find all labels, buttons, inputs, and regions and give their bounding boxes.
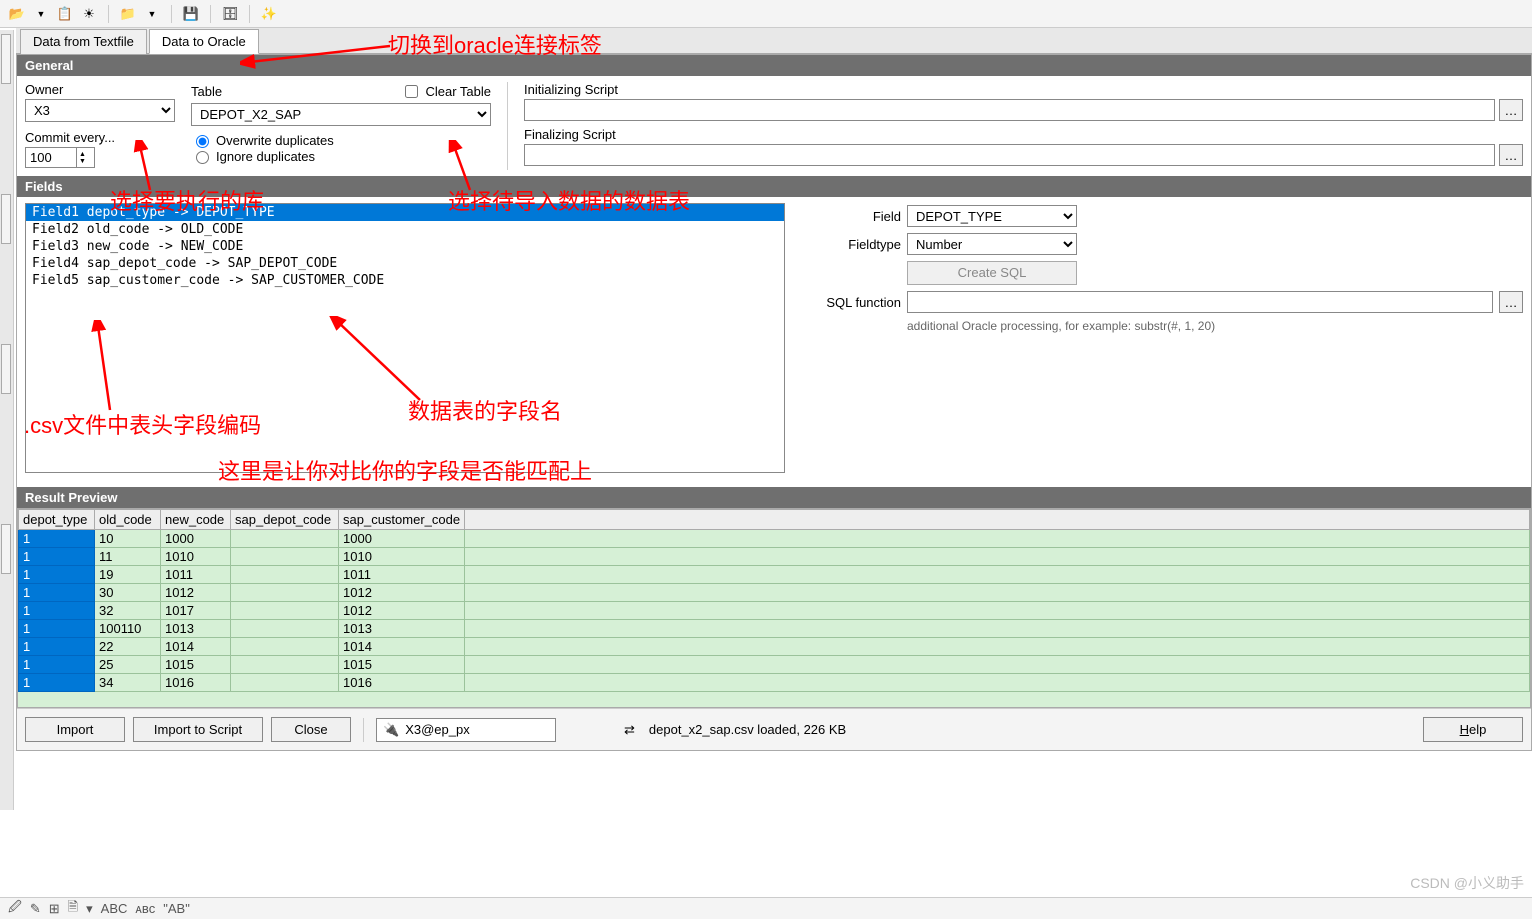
column-header[interactable]: sap_depot_code [231, 510, 339, 530]
wand-icon[interactable]: ✨ [260, 5, 278, 23]
field-list-row[interactable]: Field4 sap_depot_code -> SAP_DEPOT_CODE [26, 255, 784, 272]
footer-tool-icon[interactable]: "AB" [163, 901, 190, 916]
init-script-label: Initializing Script [524, 82, 1523, 97]
db-plug-icon: 🔌 [383, 722, 399, 738]
result-preview-panel: Result Preview depot_typeold_codenew_cod… [17, 487, 1531, 708]
import-button[interactable]: Import [25, 717, 125, 742]
final-script-input[interactable] [524, 144, 1495, 166]
final-script-label: Finalizing Script [524, 127, 1523, 142]
field-list-row[interactable]: Field2 old_code -> OLD_CODE [26, 221, 784, 238]
init-script-input[interactable] [524, 99, 1495, 121]
field-select[interactable]: DEPOT_TYPE [907, 205, 1077, 227]
help-button[interactable]: Help [1423, 717, 1523, 742]
connection-value: X3@ep_px [405, 722, 470, 737]
spinner-up-icon[interactable]: ▲ [77, 151, 88, 158]
column-header[interactable]: sap_customer_code [339, 510, 465, 530]
column-header[interactable]: old_code [95, 510, 161, 530]
table-row[interactable]: 12210141014 [19, 638, 1530, 656]
ignore-label: Ignore duplicates [216, 149, 315, 164]
preview-grid-scroll[interactable]: depot_typeold_codenew_codesap_depot_code… [17, 508, 1531, 708]
overwrite-label: Overwrite duplicates [216, 133, 334, 148]
footer-tool-icon[interactable]: 🗎 [68, 898, 78, 919]
footer-tool-icon[interactable]: 🖉 [8, 898, 22, 919]
ignore-duplicates-radio[interactable] [196, 151, 209, 164]
top-toolbar: 📂 ▼ 📋 ☀ 📁 ▼ 💾 🗄 ✨ [0, 0, 1532, 28]
table-label: Table [191, 84, 395, 99]
sql-function-browse-button[interactable]: … [1499, 291, 1523, 313]
table-row[interactable]: 13410161016 [19, 674, 1530, 692]
db-small-icon: ⇄ [624, 722, 635, 738]
fields-panel: Fields Field1 depot_type -> DEPOT_TYPEFi… [17, 176, 1531, 487]
result-preview-header: Result Preview [17, 487, 1531, 508]
commit-every-label: Commit every... [25, 130, 175, 145]
footer-tool-icon[interactable]: ▾ [86, 901, 93, 917]
bottom-bar: Import Import to Script Close 🔌 X3@ep_px… [17, 708, 1531, 750]
table-select[interactable]: DEPOT_X2_SAP [191, 103, 491, 126]
db-icon[interactable]: 🗄 [221, 5, 239, 23]
table-row[interactable]: 13010121012 [19, 584, 1530, 602]
final-script-browse-button[interactable]: … [1499, 144, 1523, 166]
tab-data-from-textfile[interactable]: Data from Textfile [20, 29, 147, 54]
main-tabs: Data from Textfile Data to Oracle [16, 28, 1532, 54]
column-header[interactable]: depot_type [19, 510, 95, 530]
commit-every-input[interactable] [26, 148, 76, 167]
sql-function-input[interactable] [907, 291, 1493, 313]
dock-handle[interactable] [1, 524, 11, 574]
chevron-down-icon[interactable]: ▼ [32, 5, 50, 23]
dock-handle[interactable] [1, 194, 11, 244]
dock-handle[interactable] [1, 344, 11, 394]
footer-tool-icon[interactable]: ᴀʙᴄ [135, 901, 155, 916]
field-label: Field [805, 209, 901, 224]
table-row[interactable]: 110011010131013 [19, 620, 1530, 638]
preview-grid: depot_typeold_codenew_codesap_depot_code… [18, 509, 1530, 692]
save-icon[interactable]: 💾 [182, 5, 200, 23]
fields-list[interactable]: Field1 depot_type -> DEPOT_TYPEField2 ol… [25, 203, 785, 473]
watermark: CSDN @小义助手 [1410, 873, 1524, 893]
fieldtype-label: Fieldtype [805, 237, 901, 252]
footer-tool-icon[interactable]: ✎ [30, 901, 41, 917]
tab-data-to-oracle[interactable]: Data to Oracle [149, 29, 259, 54]
init-script-browse-button[interactable]: … [1499, 99, 1523, 121]
copy-icon[interactable]: 📋 [56, 5, 74, 23]
footer-icon-strip: 🖉 ✎ ⊞ 🗎 ▾ ABC ᴀʙᴄ "AB" [0, 897, 1532, 919]
table-row[interactable]: 13210171012 [19, 602, 1530, 620]
open-file-icon[interactable]: 📂 [8, 5, 26, 23]
sun-icon[interactable]: ☀ [80, 5, 98, 23]
footer-tool-icon[interactable]: ⊞ [49, 901, 60, 917]
general-panel: General Owner X3 Commit every... ▲▼ Tabl… [17, 55, 1531, 176]
status-text: depot_x2_sap.csv loaded, 226 KB [643, 719, 1415, 740]
table-row[interactable]: 12510151015 [19, 656, 1530, 674]
fields-header: Fields [17, 176, 1531, 197]
chevron-down-icon[interactable]: ▼ [143, 5, 161, 23]
connection-combo[interactable]: 🔌 X3@ep_px [376, 718, 556, 742]
footer-tool-icon[interactable]: ABC [101, 901, 128, 916]
owner-select[interactable]: X3 [25, 99, 175, 122]
folder-open-icon[interactable]: 📁 [119, 5, 137, 23]
column-header[interactable]: new_code [161, 510, 231, 530]
sql-function-label: SQL function [805, 295, 901, 310]
sql-function-hint: additional Oracle processing, for exampl… [907, 319, 1523, 333]
clear-table-checkbox[interactable] [405, 85, 418, 98]
dock-handle[interactable] [1, 34, 11, 84]
commit-every-spinner[interactable]: ▲▼ [25, 147, 95, 168]
create-sql-button[interactable]: Create SQL [907, 261, 1077, 285]
table-row[interactable]: 11910111011 [19, 566, 1530, 584]
import-to-script-button[interactable]: Import to Script [133, 717, 263, 742]
field-list-row[interactable]: Field3 new_code -> NEW_CODE [26, 238, 784, 255]
close-button[interactable]: Close [271, 717, 351, 742]
field-list-row[interactable]: Field5 sap_customer_code -> SAP_CUSTOMER… [26, 272, 784, 289]
table-row[interactable]: 11110101010 [19, 548, 1530, 566]
owner-label: Owner [25, 82, 175, 97]
left-dock [0, 30, 14, 810]
field-list-row[interactable]: Field1 depot_type -> DEPOT_TYPE [26, 204, 784, 221]
general-header: General [17, 55, 1531, 76]
overwrite-duplicates-radio[interactable] [196, 135, 209, 148]
fieldtype-select[interactable]: Number [907, 233, 1077, 255]
table-row[interactable]: 11010001000 [19, 530, 1530, 548]
spinner-down-icon[interactable]: ▼ [77, 158, 88, 165]
clear-table-label: Clear Table [425, 84, 491, 99]
